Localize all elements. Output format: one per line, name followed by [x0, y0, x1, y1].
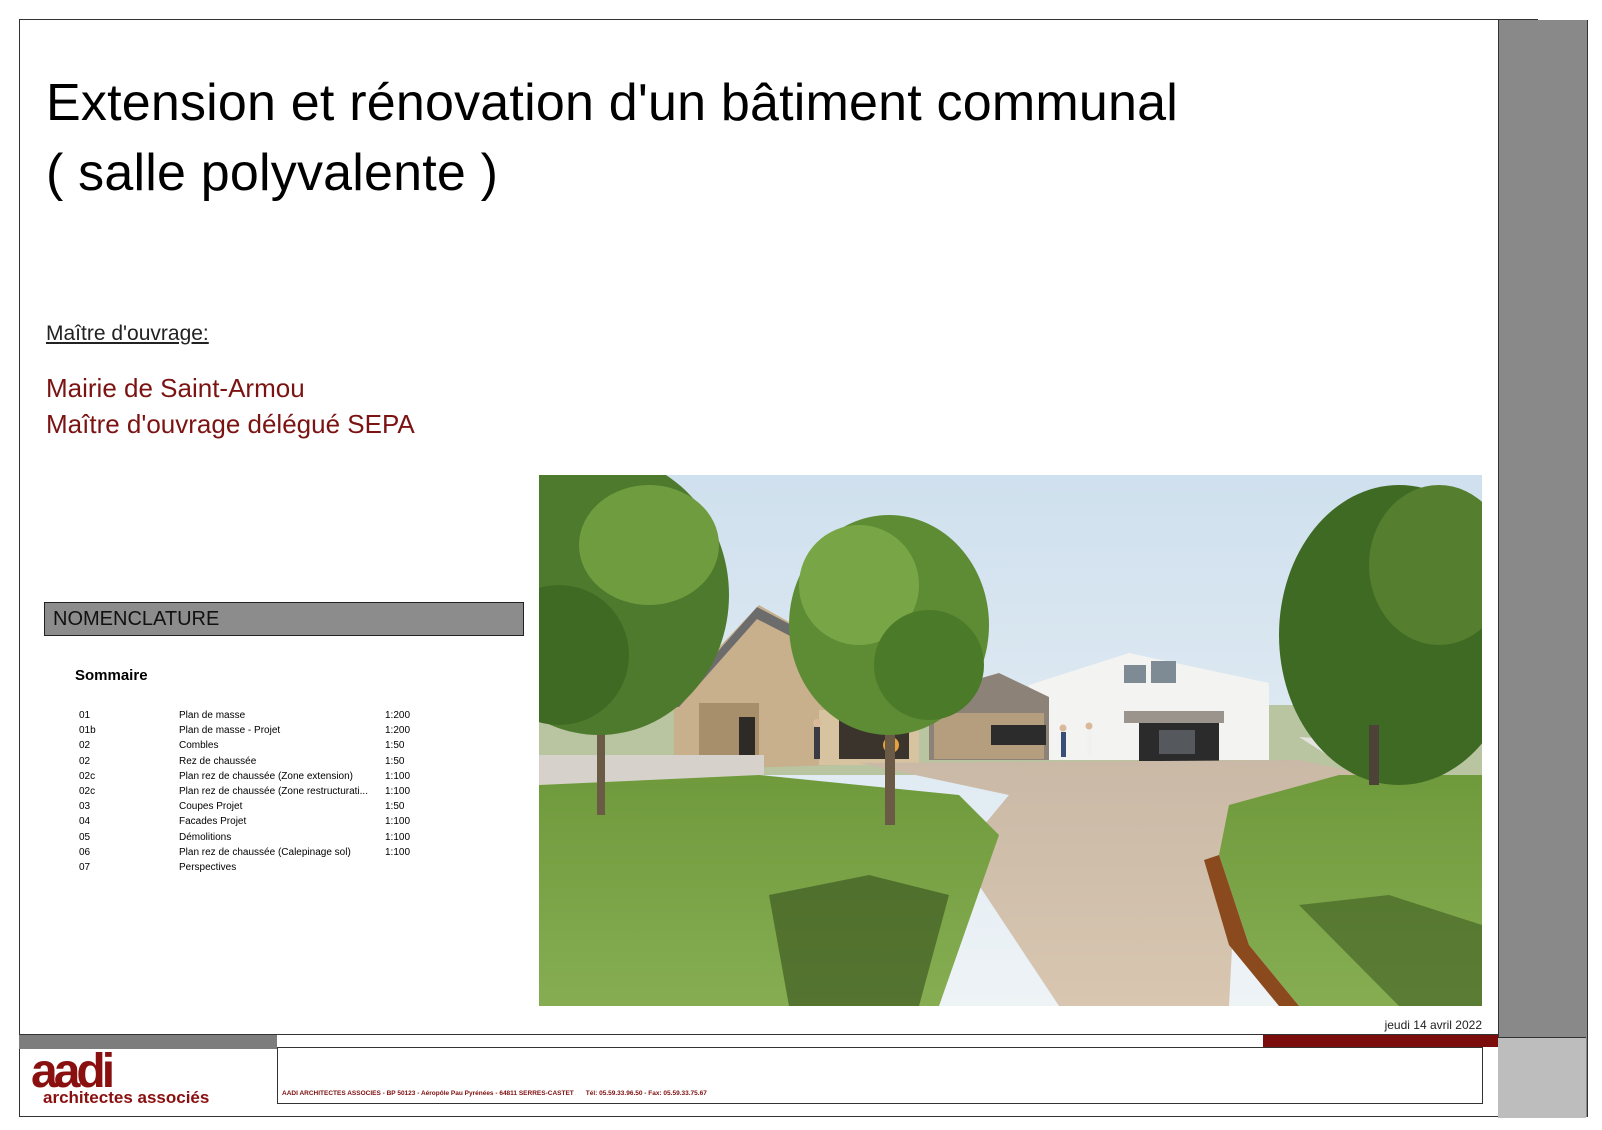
toc-title: Démolitions [179, 831, 232, 843]
footer-phone: Tél: 05.59.33.96.50 - Fax: 05.59.33.75.6… [585, 1090, 707, 1097]
toc-number: 01b [79, 725, 96, 737]
toc-number: 03 [79, 801, 91, 813]
toc-number: 02 [79, 740, 91, 752]
toc-number: 06 [79, 846, 91, 858]
toc-number: 01 [79, 710, 91, 721]
toc-number: 02 [79, 755, 91, 767]
toc-scale: 1:200 [385, 710, 411, 721]
delegated-client: Maître d'ouvrage délégué SEPA [46, 409, 415, 439]
logo-name: architectes associés [43, 1088, 209, 1105]
building-rendering [539, 475, 1482, 1006]
title-line-1: Extension et rénovation d'un bâtiment co… [46, 74, 1178, 132]
footer-red-band [1263, 1035, 1498, 1047]
toc-title: Plan rez de chaussée (Zone restructurati… [179, 785, 368, 797]
toc-scale: 1:100 [385, 831, 411, 843]
page-title: Extension et rénovation d'un bâtiment co… [46, 68, 1178, 208]
footer-grey-band [19, 1035, 277, 1049]
toc-scale: 1:100 [385, 785, 411, 797]
footer-address: AADI ARCHITECTES ASSOCIES - BP 50123 - A… [282, 1090, 574, 1097]
toc-scale: 1:50 [385, 801, 405, 813]
nomenclature-header: NOMENCLATURE [44, 602, 524, 636]
toc-title: Perspectives [179, 861, 237, 873]
title-line-2: ( salle polyvalente ) [46, 144, 499, 202]
sommaire-title: Sommaire [75, 667, 148, 684]
side-bar [1498, 20, 1588, 1117]
toc-number: 02c [79, 770, 96, 782]
toc-title: Plan de masse [179, 710, 246, 721]
toc-title: Plan rez de chaussée (Zone extension) [179, 770, 353, 782]
footer-address-line: AADI ARCHITECTES ASSOCIES - BP 50123 - A… [282, 1090, 707, 1097]
toc-title: Plan rez de chaussée (Calepinage sol) [179, 846, 351, 858]
aadi-logo: aadi architectes associés [31, 1045, 259, 1107]
side-bar-lower [1498, 1037, 1586, 1118]
toc-title: Facades Projet [179, 816, 247, 828]
maitre-ouvrage-label: Maître d'ouvrage: [46, 322, 209, 345]
client-block: Mairie de Saint-Armou Maître d'ouvrage d… [46, 370, 415, 442]
toc-title: Coupes Projet [179, 801, 243, 813]
toc-scale: 1:200 [385, 725, 411, 737]
toc-scale: 1:100 [385, 770, 411, 782]
toc-number: 07 [79, 861, 91, 873]
toc-title: Rez de chaussée [179, 755, 257, 767]
toc-scale: 1:100 [385, 846, 411, 858]
client-name: Mairie de Saint-Armou [46, 373, 305, 403]
toc-scale: 1:100 [385, 816, 411, 828]
toc-title: Plan de masse - Projet [179, 725, 281, 737]
toc-number: 04 [79, 816, 91, 828]
document-date: jeudi 14 avril 2022 [1384, 1018, 1482, 1032]
toc-scale: 1:50 [385, 740, 405, 752]
toc-scale: 1:50 [385, 755, 405, 767]
toc-title: Combles [179, 740, 219, 752]
toc-number: 05 [79, 831, 91, 843]
toc-number: 02c [79, 785, 96, 797]
